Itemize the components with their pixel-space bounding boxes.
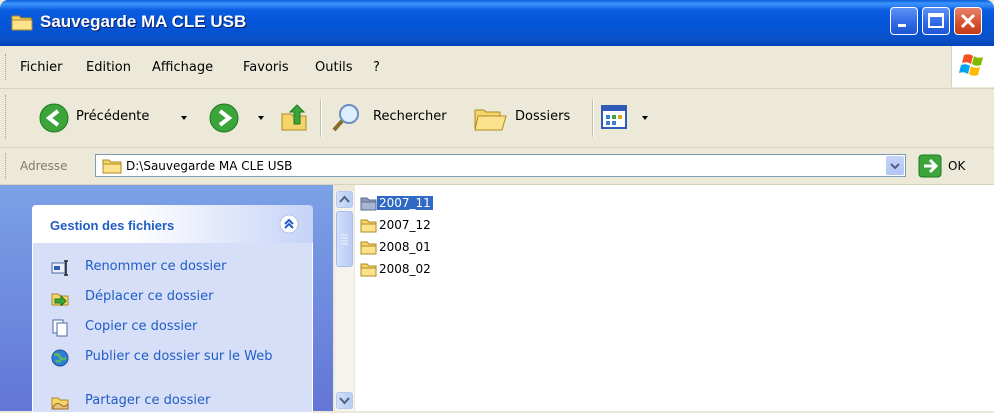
- minimize-button[interactable]: [890, 7, 918, 35]
- folder-icon: [11, 13, 33, 34]
- views-icon: [600, 104, 628, 133]
- copy-icon: [51, 319, 69, 340]
- address-field[interactable]: D:\Sauvegarde MA CLE USB: [95, 154, 906, 177]
- task-move-label: Déplacer ce dossier: [85, 289, 214, 304]
- folder-name: 2007_12: [379, 218, 431, 232]
- task-copy-label: Copier ce dossier: [85, 319, 198, 334]
- folder-item[interactable]: 2007_12: [360, 217, 455, 235]
- task-copy[interactable]: Copier ce dossier: [33, 319, 303, 337]
- folder-icon: [360, 218, 377, 236]
- rename-icon: [51, 260, 69, 279]
- scroll-thumb[interactable]: [336, 211, 353, 267]
- scroll-up-button[interactable]: [336, 191, 353, 208]
- go-label[interactable]: OK: [948, 159, 965, 173]
- move-icon: [51, 290, 69, 309]
- folder-name: 2008_01: [379, 240, 431, 254]
- task-panel-title: Gestion des fichiers: [50, 218, 175, 233]
- task-panel-body: Renommer ce dossier Déplacer ce dossier …: [32, 243, 313, 413]
- toolbar-grip[interactable]: [5, 95, 9, 139]
- folders-icon: [473, 102, 507, 137]
- task-publish-web-label: Publier ce dossier sur le Web: [85, 349, 273, 364]
- task-rename-label: Renommer ce dossier: [85, 259, 227, 274]
- address-label: Adresse: [20, 159, 68, 173]
- views-button[interactable]: [600, 104, 652, 132]
- up-folder-button[interactable]: [278, 102, 310, 134]
- folder-item[interactable]: 2008_02: [360, 261, 455, 279]
- title-bar[interactable]: Sauvegarde MA CLE USB: [0, 0, 994, 46]
- standard-toolbar: Précédente Rechercher Dossiers: [0, 89, 994, 148]
- search-label: Rechercher: [373, 109, 447, 124]
- task-pane: Gestion des fichiers Renommer ce dossier…: [0, 185, 333, 413]
- views-dropdown-icon[interactable]: [642, 116, 648, 120]
- folder-icon: [360, 240, 377, 258]
- back-arrow-icon: [38, 102, 70, 137]
- task-rename[interactable]: Renommer ce dossier: [33, 259, 303, 277]
- folder-name: 2008_02: [379, 262, 431, 276]
- folder-icon: [102, 157, 122, 177]
- back-button[interactable]: Précédente: [38, 102, 198, 134]
- folder-item[interactable]: 2007_11: [360, 195, 455, 213]
- forward-button[interactable]: [208, 102, 268, 134]
- menu-outils[interactable]: Outils: [315, 60, 353, 75]
- toolbar-separator: [592, 99, 594, 137]
- file-list: 2007_11 2007_12 2008_01 2008_02: [355, 185, 994, 411]
- search-icon: [330, 102, 362, 137]
- menu-grip[interactable]: [5, 54, 9, 80]
- go-button[interactable]: [918, 154, 942, 181]
- search-button[interactable]: Rechercher: [330, 102, 465, 134]
- back-dropdown-icon[interactable]: [181, 116, 187, 120]
- task-publish-web[interactable]: Publier ce dossier sur le Web: [33, 349, 303, 383]
- collapse-chevron-icon[interactable]: [278, 213, 300, 238]
- window-title: Sauvegarde MA CLE USB: [40, 12, 247, 31]
- forward-arrow-icon: [208, 102, 240, 137]
- menu-favoris[interactable]: Favoris: [243, 60, 289, 75]
- up-folder-icon: [278, 104, 310, 137]
- back-label: Précédente: [76, 109, 150, 124]
- windows-logo-icon: [951, 46, 994, 87]
- menu-bar: Fichier Edition Affichage Favoris Outils…: [0, 46, 994, 89]
- task-move[interactable]: Déplacer ce dossier: [33, 289, 303, 309]
- menu-help[interactable]: ?: [373, 60, 380, 75]
- vertical-scrollbar[interactable]: [335, 191, 354, 411]
- folder-item[interactable]: 2008_01: [360, 239, 455, 257]
- close-button[interactable]: [954, 7, 982, 35]
- folders-button[interactable]: Dossiers: [473, 102, 583, 134]
- folders-label: Dossiers: [515, 109, 571, 124]
- forward-dropdown-icon[interactable]: [258, 116, 264, 120]
- menu-fichier[interactable]: Fichier: [20, 60, 63, 75]
- task-panel-header[interactable]: Gestion des fichiers: [32, 205, 313, 243]
- toolbar-separator: [320, 99, 322, 137]
- task-share-label: Partager ce dossier: [85, 393, 211, 408]
- go-arrow-icon: [918, 154, 942, 178]
- publish-web-icon: [51, 349, 69, 370]
- folder-icon: [360, 262, 377, 280]
- share-icon: [51, 394, 69, 413]
- address-path: D:\Sauvegarde MA CLE USB: [126, 159, 293, 173]
- folder-icon: [360, 196, 377, 214]
- folder-name: 2007_11: [377, 196, 433, 210]
- menu-affichage[interactable]: Affichage: [152, 60, 213, 75]
- address-grip[interactable]: [5, 153, 9, 179]
- task-share[interactable]: Partager ce dossier: [33, 393, 303, 411]
- scroll-down-button[interactable]: [336, 392, 353, 409]
- address-dropdown-button[interactable]: [886, 156, 904, 175]
- address-bar: Adresse D:\Sauvegarde MA CLE USB OK: [0, 148, 994, 185]
- menu-edition[interactable]: Edition: [86, 60, 131, 75]
- maximize-button[interactable]: [922, 7, 950, 35]
